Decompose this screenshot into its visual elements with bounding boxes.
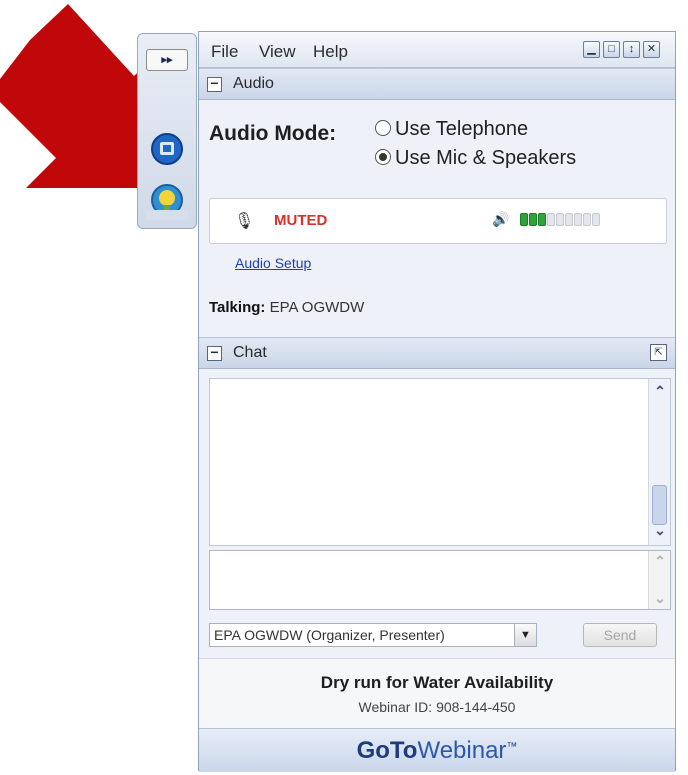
audio-status-box: 🎙 MUTED 🔊 [209,198,667,244]
meter-bar [556,213,564,226]
scroll-thumb[interactable] [652,485,667,525]
menu-file[interactable]: File [211,42,238,62]
popout-icon[interactable]: ⇱ [650,344,667,361]
talking-indicator: Talking: EPA OGWDW [209,299,364,316]
brand-bar: GoToWebinar™ [199,728,675,772]
audio-icon [151,133,183,165]
chat-input-scrollbar[interactable]: ⌃ ⌄ [648,551,670,609]
chat-log[interactable]: ⌃ ⌄ [209,378,671,546]
audio-section-title: Audio [233,75,274,92]
mic-muted-status: MUTED [274,212,328,229]
chat-section-title: Chat [233,344,267,361]
talking-label: Talking: [209,299,266,316]
minimize-button[interactable]: ▁ [583,41,600,58]
meter-bar [592,213,600,226]
chevron-down-icon[interactable]: ▼ [514,624,536,646]
close-button[interactable]: ✕ [643,41,660,58]
radio-label: Use Mic & Speakers [395,147,577,169]
chat-recipient-select[interactable]: EPA OGWDW (Organizer, Presenter) ▼ [209,623,537,647]
recipient-value: EPA OGWDW (Organizer, Presenter) [214,627,445,643]
meter-bar [520,213,528,226]
audio-section: Audio Mode: Use Telephone Use Mic & Spea… [199,100,675,337]
radio-use-telephone[interactable]: Use Telephone [375,118,528,141]
speaker-level-meter [520,213,601,229]
pin-button[interactable]: ↕ [623,41,640,58]
collapse-chat-icon[interactable]: − [207,345,222,361]
talking-name: EPA OGWDW [269,299,365,316]
meter-bar [529,213,537,226]
scroll-up-icon[interactable]: ⌃ [653,383,667,400]
radio-label: Use Telephone [395,118,529,140]
scroll-up-icon[interactable]: ⌃ [653,553,667,570]
audio-toggle-button[interactable] [146,130,188,168]
speaker-icon: 🔊 [492,211,510,227]
chat-input[interactable] [210,551,650,609]
collapse-audio-icon[interactable]: − [207,76,222,92]
send-button[interactable]: Send [583,623,657,647]
webinar-title: Dry run for Water Availability [320,673,554,692]
meter-bar [565,213,573,226]
chat-input-box[interactable]: ⌃ ⌄ [209,550,671,610]
show-panel-button[interactable]: ▸▸ [146,49,188,71]
control-panel: File View Help ▁ □ ↕ ✕ − Audio Audio Mod… [198,31,676,772]
scroll-down-icon[interactable]: ⌄ [653,522,667,539]
gotowebinar-logo: GoToWebinar™ [356,737,518,764]
menu-bar: File View Help ▁ □ ↕ ✕ [199,32,675,68]
meter-bar [547,213,555,226]
menu-view[interactable]: View [259,42,296,62]
chat-log-scrollbar[interactable]: ⌃ ⌄ [648,379,670,545]
radio-circle-icon[interactable] [375,120,391,136]
webinar-id: Webinar ID: 908-144-450 [358,699,516,715]
radio-use-mic-speakers[interactable]: Use Mic & Speakers [375,147,576,170]
audio-section-header[interactable]: − Audio [199,68,675,100]
chat-section-header[interactable]: − Chat ⇱ [199,337,675,369]
meter-bar [583,213,591,226]
meter-bar [538,213,546,226]
control-strip: ▸▸ [137,33,197,229]
meter-bar [574,213,582,226]
restore-button[interactable]: □ [603,41,620,58]
strip-grip [146,210,188,220]
audio-setup-link[interactable]: Audio Setup [235,255,311,271]
audio-mode-label: Audio Mode: [209,122,337,145]
menu-help[interactable]: Help [313,42,348,62]
webinar-info: Dry run for Water Availability Webinar I… [199,658,675,728]
scroll-down-icon[interactable]: ⌄ [653,590,667,607]
radio-selected-icon[interactable] [375,149,391,165]
microphone-icon[interactable]: 🎙 [234,211,254,231]
